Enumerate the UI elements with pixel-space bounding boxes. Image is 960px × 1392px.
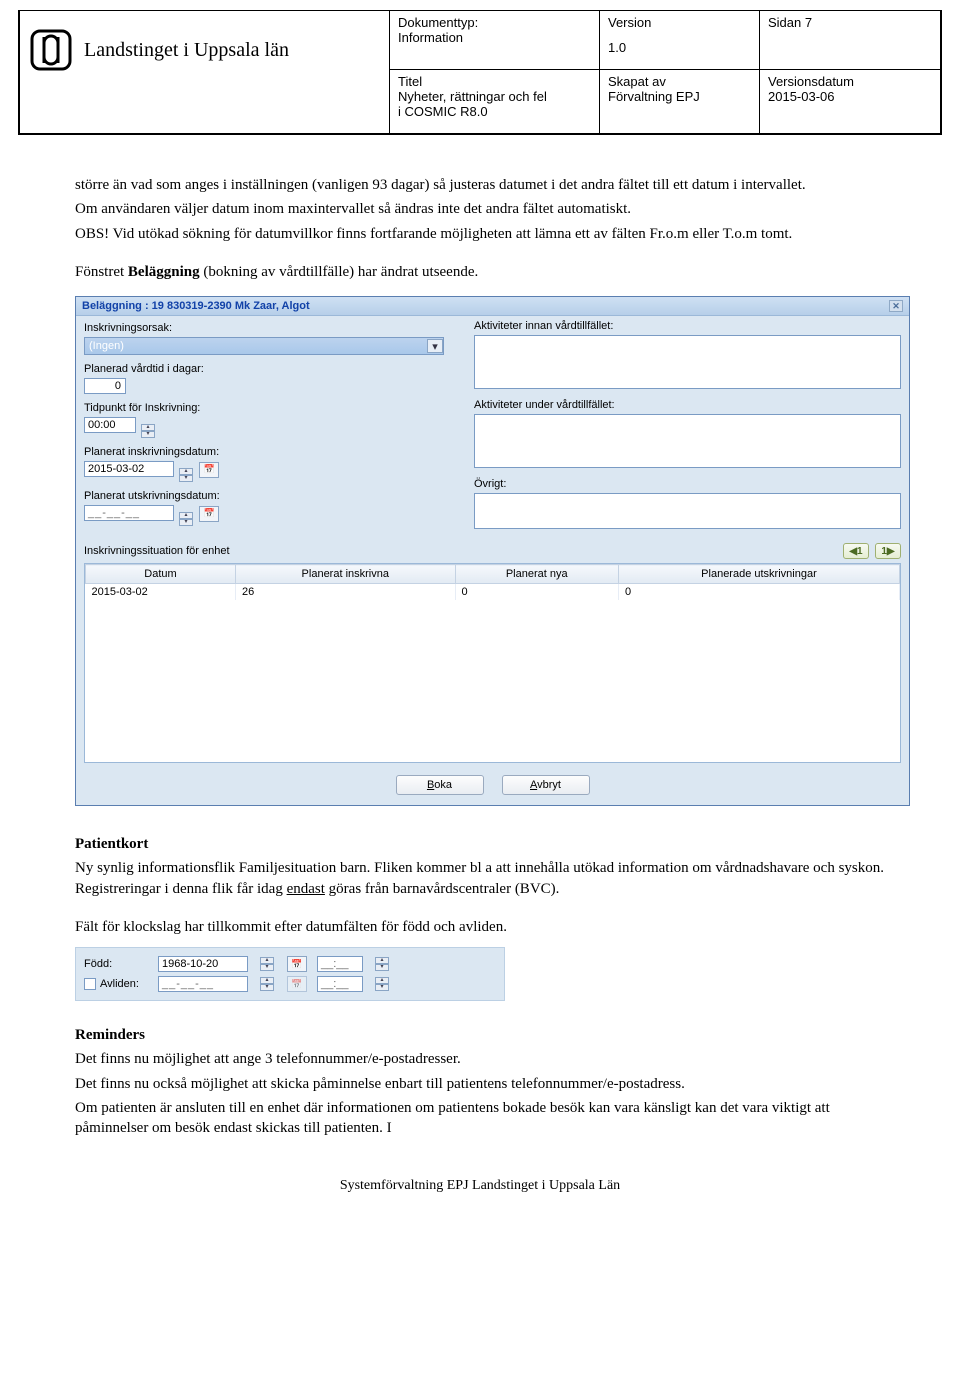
heading-reminders: Reminders xyxy=(75,1025,885,1045)
avliden-time-input[interactable]: __:__ xyxy=(317,976,363,992)
doctype-value: Information xyxy=(398,30,591,45)
fodd-date-input[interactable]: 1968-10-20 xyxy=(158,956,248,972)
endast-underline: endast xyxy=(287,881,325,897)
belaggning-bold: Beläggning xyxy=(128,264,200,280)
landstinget-logo-icon xyxy=(30,29,72,71)
logo-cell: Landstinget i Uppsala län xyxy=(20,11,390,134)
document-header: Landstinget i Uppsala län Dokumenttyp: I… xyxy=(18,10,942,135)
window-title-text: Beläggning : 19 830319-2390 Mk Zaar, Alg… xyxy=(82,300,310,312)
planerat-utsk-label: Planerat utskrivningsdatum: xyxy=(84,490,454,502)
paragraph-patientkort: Ny synlig informationsflik Familjesituat… xyxy=(75,858,885,899)
planerat-utsk-date-input[interactable]: __-__-__ xyxy=(84,505,174,521)
ovrigt-label: Övrigt: xyxy=(474,478,901,490)
cell-inskrivna: 26 xyxy=(236,584,456,601)
title-label: Titel xyxy=(398,74,591,89)
window-titlebar[interactable]: Beläggning : 19 830319-2390 Mk Zaar, Alg… xyxy=(76,297,909,316)
created-by-value: Förvaltning EPJ xyxy=(608,89,751,104)
planerat-insk-date-input[interactable]: 2015-03-02 xyxy=(84,461,174,477)
avliden-label: Avliden: xyxy=(100,978,139,990)
page-number: Sidan 7 xyxy=(768,15,932,30)
created-by-label: Skapat av xyxy=(608,74,751,89)
paragraph-klockslag: Fält för klockslag har tillkommit efter … xyxy=(75,917,885,937)
screenshot-belaggning-window: Beläggning : 19 830319-2390 Mk Zaar, Alg… xyxy=(75,296,885,806)
inskrivningsorsak-select[interactable]: (Ingen) ▾ xyxy=(84,337,444,355)
org-name: Landstinget i Uppsala län xyxy=(84,39,289,62)
version-date-cell: Versionsdatum 2015-03-06 xyxy=(760,70,941,134)
paragraph-reminders-2: Det finns nu också möjlighet att skicka … xyxy=(75,1074,885,1094)
avliden-checkbox[interactable] xyxy=(84,978,96,990)
col-datum[interactable]: Datum xyxy=(86,565,236,584)
paragraph-belaggning: Fönstret Beläggning (bokning av vårdtill… xyxy=(75,262,885,282)
date-spinner[interactable]: ▴▾ xyxy=(260,957,274,971)
page-footer: Systemförvaltning EPJ Landstinget i Upps… xyxy=(75,1178,885,1194)
col-planerat-nya[interactable]: Planerat nya xyxy=(455,565,618,584)
col-planerat-inskrivna[interactable]: Planerat inskrivna xyxy=(236,565,456,584)
aktiviteter-under-label: Aktiviteter under vårdtillfället: xyxy=(474,399,901,411)
tidpunkt-label: Tidpunkt för Inskrivning: xyxy=(84,402,454,414)
table-row[interactable]: 2015-03-02 26 0 0 xyxy=(86,584,900,601)
time-spinner[interactable]: ▴▾ xyxy=(141,424,155,438)
screenshot-fodd-avliden-strip: Född: 1968-10-20 ▴▾ 📅 __:__ ▴▾ Avliden: … xyxy=(75,947,505,1001)
date-spinner[interactable]: ▴▾ xyxy=(179,512,193,526)
version-label: Version xyxy=(608,15,751,30)
title-cell: Titel Nyheter, rättningar och fel i COSM… xyxy=(390,70,600,134)
doctype-label: Dokumenttyp: xyxy=(398,15,591,30)
date-spinner[interactable]: ▴▾ xyxy=(260,977,274,991)
aktiviteter-under-textarea[interactable] xyxy=(474,414,901,468)
inskrivningssituation-label: Inskrivningssituation för enhet xyxy=(84,545,230,557)
document-body: större än vad som anges i inställningen … xyxy=(0,135,960,1214)
planerat-insk-label: Planerat inskrivningsdatum: xyxy=(84,446,454,458)
nav-prev-button[interactable]: ◀1 xyxy=(843,543,869,559)
date-spinner[interactable]: ▴▾ xyxy=(179,468,193,482)
title-value-line1: Nyheter, rättningar och fel xyxy=(398,89,591,104)
paragraph-intro-2: Om användaren väljer datum inom maxinter… xyxy=(75,199,885,219)
version-value: 1.0 xyxy=(608,40,751,55)
paragraph-intro-3: OBS! Vid utökad sökning för datumvillkor… xyxy=(75,224,885,244)
text-frag: (bokning av vårdtillfälle) har ändrat ut… xyxy=(200,264,479,280)
cell-utskrivningar: 0 xyxy=(618,584,899,601)
inskrivningsorsak-label: Inskrivningsorsak: xyxy=(84,322,454,334)
fodd-label: Född: xyxy=(84,958,148,970)
cell-nya: 0 xyxy=(455,584,618,601)
version-cell: Version 1.0 xyxy=(600,11,760,70)
planerad-dagar-input[interactable]: 0 xyxy=(84,378,126,394)
calendar-icon: 📅 xyxy=(287,976,307,992)
text-frag: Fönstret xyxy=(75,264,128,280)
avliden-date-input[interactable]: __-__-__ xyxy=(158,976,248,992)
boka-button[interactable]: Boka xyxy=(396,775,484,795)
paragraph-reminders-1: Det finns nu möjlighet att ange 3 telefo… xyxy=(75,1049,885,1069)
close-icon[interactable]: ✕ xyxy=(889,300,903,312)
planerad-dagar-label: Planerad vårdtid i dagar: xyxy=(84,363,454,375)
time-spinner[interactable]: ▴▾ xyxy=(375,957,389,971)
calendar-icon[interactable]: 📅 xyxy=(287,956,307,972)
col-planerade-utskrivningar[interactable]: Planerade utskrivningar xyxy=(618,565,899,584)
avbryt-button[interactable]: Avbryt xyxy=(502,775,590,795)
aktiviteter-innan-label: Aktiviteter innan vårdtillfället: xyxy=(474,320,901,332)
cell-datum: 2015-03-02 xyxy=(86,584,236,601)
heading-patientkort: Patientkort xyxy=(75,834,885,854)
page-number-cell: Sidan 7 xyxy=(760,11,941,70)
title-value-line2: i COSMIC R8.0 xyxy=(398,104,591,119)
aktiviteter-innan-textarea[interactable] xyxy=(474,335,901,389)
select-value: (Ingen) xyxy=(89,340,124,352)
paragraph-intro-1: större än vad som anges i inställningen … xyxy=(75,175,885,195)
time-spinner[interactable]: ▴▾ xyxy=(375,977,389,991)
inskrivning-grid[interactable]: Datum Planerat inskrivna Planerat nya Pl… xyxy=(84,563,901,763)
tidpunkt-input[interactable]: 00:00 xyxy=(84,417,136,433)
version-date-value: 2015-03-06 xyxy=(768,89,932,104)
paragraph-reminders-3: Om patienten är ansluten till en enhet d… xyxy=(75,1098,885,1139)
nav-next-button[interactable]: 1▶ xyxy=(875,543,901,559)
calendar-icon[interactable]: 📅 xyxy=(199,462,219,478)
calendar-icon[interactable]: 📅 xyxy=(199,506,219,522)
chevron-down-icon[interactable]: ▾ xyxy=(427,339,443,353)
ovrigt-textarea[interactable] xyxy=(474,493,901,529)
version-date-label: Versionsdatum xyxy=(768,74,932,89)
created-by-cell: Skapat av Förvaltning EPJ xyxy=(600,70,760,134)
fodd-time-input[interactable]: __:__ xyxy=(317,956,363,972)
doctype-cell: Dokumenttyp: Information xyxy=(390,11,600,70)
